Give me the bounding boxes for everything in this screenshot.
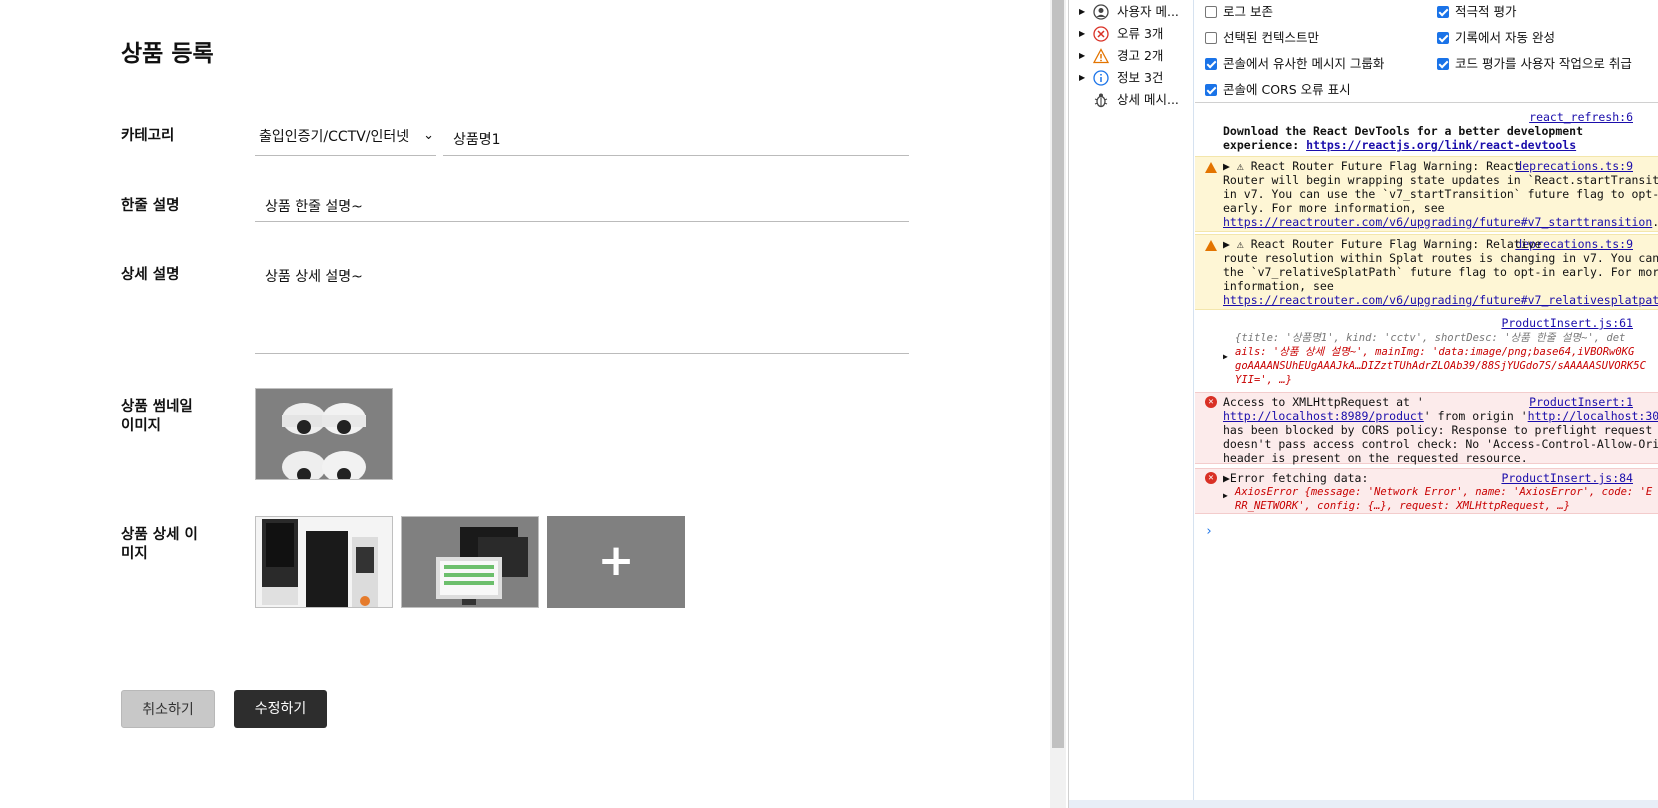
error-icon: ✕ bbox=[1205, 472, 1217, 484]
category-select-value: 출입인증기/CCTV/인터넷 bbox=[259, 129, 410, 145]
console-prompt[interactable]: › bbox=[1205, 524, 1213, 539]
warning-icon bbox=[1205, 240, 1217, 251]
thumbnail-label: 상품 썸네일 이미지 bbox=[121, 398, 193, 436]
checkbox[interactable] bbox=[1205, 6, 1217, 18]
detail-image-label: 상품 상세 이 미지 bbox=[121, 526, 198, 564]
detail-desc-label: 상세 설명 bbox=[121, 267, 180, 283]
sidebar-item-info[interactable]: ▶ 정보 3건 bbox=[1079, 68, 1191, 88]
detail-image-2[interactable] bbox=[401, 516, 539, 608]
console-message-warning: deprecations.ts:9 ▶ ⚠ React Router Futur… bbox=[1195, 156, 1658, 232]
info-icon bbox=[1093, 70, 1109, 86]
thumbnail-image[interactable] bbox=[255, 388, 393, 480]
console-message-error[interactable]: ✕ ProductInsert.js:84 ▶Error fetching da… bbox=[1195, 468, 1658, 514]
sidebar-item-errors[interactable]: ▶ 오류 3개 bbox=[1079, 24, 1191, 44]
sidebar-item-warnings[interactable]: ▶ 경고 2개 bbox=[1079, 46, 1191, 66]
console-message-warning: deprecations.ts:9 ▶ ⚠ React Router Futur… bbox=[1195, 234, 1658, 310]
source-link[interactable]: ProductInsert.js:61 bbox=[1501, 316, 1633, 330]
console-message-info: react_refresh:6 Download the React DevTo… bbox=[1223, 110, 1633, 152]
page-scrollbar[interactable] bbox=[1050, 0, 1066, 808]
expand-triangle-icon: ▶ bbox=[1079, 73, 1086, 82]
sidebar-item-label: 정보 3건 bbox=[1117, 70, 1164, 85]
checkbox[interactable] bbox=[1205, 84, 1217, 96]
warning-icon bbox=[1205, 162, 1217, 173]
product-form-page: 상품 등록 카테고리 출입인증기/CCTV/인터넷 ⌄ 한줄 설명 상세 설명 … bbox=[0, 0, 1048, 808]
console-message-error: ✕ ProductInsert:1 Access to XMLHttpReque… bbox=[1195, 392, 1658, 465]
warning-icon bbox=[1093, 48, 1109, 64]
detail-image-label-line1: 상품 상세 이 bbox=[121, 527, 198, 543]
thumbnail-label-line1: 상품 썸네일 bbox=[121, 399, 193, 415]
category-label: 카테고리 bbox=[121, 128, 175, 144]
source-link[interactable]: deprecations.ts:9 bbox=[1515, 159, 1633, 173]
sidebar-item-label: 사용자 메... bbox=[1117, 4, 1179, 19]
console-settings: 로그 보존 적극적 평가 선택된 컨텍스트만 기록에서 자동 완성 콘솔에서 유… bbox=[1195, 0, 1658, 103]
page-scrollbar-thumb[interactable] bbox=[1052, 0, 1064, 748]
console-output: react_refresh:6 Download the React DevTo… bbox=[1195, 104, 1658, 800]
expand-triangle-icon: ▶ bbox=[1079, 51, 1086, 60]
sidebar-item-user-messages[interactable]: ▶ 사용자 메... bbox=[1079, 2, 1191, 22]
sidebar-item-label: 상세 메시... bbox=[1117, 92, 1179, 107]
detail-image-1[interactable] bbox=[255, 516, 393, 608]
product-name-input[interactable] bbox=[443, 122, 909, 156]
category-select[interactable]: 출입인증기/CCTV/인터넷 ⌄ bbox=[255, 122, 436, 156]
cancel-button[interactable]: 취소하기 bbox=[121, 690, 215, 728]
user-icon bbox=[1093, 4, 1109, 20]
bug-icon bbox=[1094, 93, 1108, 108]
kiosk-image bbox=[256, 517, 392, 607]
error-icon: ✕ bbox=[1205, 396, 1217, 408]
cctv-dome-image bbox=[256, 389, 392, 479]
detail-desc-textarea[interactable]: 상품 상세 설명~ bbox=[255, 258, 909, 354]
source-link[interactable]: ProductInsert.js:84 bbox=[1501, 471, 1633, 485]
react-devtools-link[interactable]: https://reactjs.org/link/react-devtools bbox=[1306, 138, 1576, 152]
page-title: 상품 등록 bbox=[121, 41, 214, 67]
checkbox[interactable] bbox=[1437, 6, 1449, 18]
expand-triangle-icon[interactable]: ▶ bbox=[1223, 491, 1228, 500]
thumbnail-label-line2: 이미지 bbox=[121, 418, 162, 434]
console-sidebar: ▶ 사용자 메... ▶ 오류 3개 ▶ 경고 2개 ▶ 정보 3건 상세 메시… bbox=[1069, 0, 1194, 800]
sidebar-item-label: 오류 3개 bbox=[1117, 26, 1164, 41]
sidebar-item-label: 경고 2개 bbox=[1117, 48, 1164, 63]
start-transition-link[interactable]: https://reactrouter.com/v6/upgrading/fut… bbox=[1223, 215, 1652, 229]
short-desc-input[interactable] bbox=[255, 190, 909, 222]
pos-terminal-image bbox=[402, 517, 538, 607]
short-desc-label: 한줄 설명 bbox=[121, 198, 180, 214]
relative-splat-path-link[interactable]: https://reactrouter.com/v6/upgrading/fut… bbox=[1223, 293, 1658, 307]
product-endpoint-link[interactable]: http://localhost:8989/product bbox=[1223, 409, 1424, 423]
expand-triangle-icon: ▶ bbox=[1079, 7, 1086, 16]
detail-image-label-line2: 미지 bbox=[121, 546, 148, 562]
save-button[interactable]: 수정하기 bbox=[234, 690, 327, 728]
devtools-panel: ▶ 사용자 메... ▶ 오류 3개 ▶ 경고 2개 ▶ 정보 3건 상세 메시… bbox=[1068, 0, 1658, 808]
checkbox[interactable] bbox=[1205, 58, 1217, 70]
expand-triangle-icon[interactable]: ▶ bbox=[1223, 352, 1228, 361]
error-icon bbox=[1093, 26, 1109, 42]
checkbox[interactable] bbox=[1437, 32, 1449, 44]
chevron-down-icon: ⌄ bbox=[423, 128, 434, 143]
add-image-button[interactable]: + bbox=[547, 516, 685, 608]
console-message-log[interactable]: ProductInsert.js:61 ▶ {title: '상품명1', ki… bbox=[1195, 314, 1658, 386]
source-link[interactable]: react_refresh:6 bbox=[1529, 110, 1633, 124]
devtools-bottom-bar bbox=[1069, 800, 1658, 808]
source-link[interactable]: ProductInsert:1 bbox=[1529, 395, 1633, 409]
origin-link[interactable]: http://localhost:3000 bbox=[1528, 409, 1658, 423]
sidebar-item-verbose[interactable]: 상세 메시... bbox=[1079, 90, 1191, 110]
expand-triangle-icon: ▶ bbox=[1079, 29, 1086, 38]
checkbox[interactable] bbox=[1437, 58, 1449, 70]
checkbox[interactable] bbox=[1205, 32, 1217, 44]
